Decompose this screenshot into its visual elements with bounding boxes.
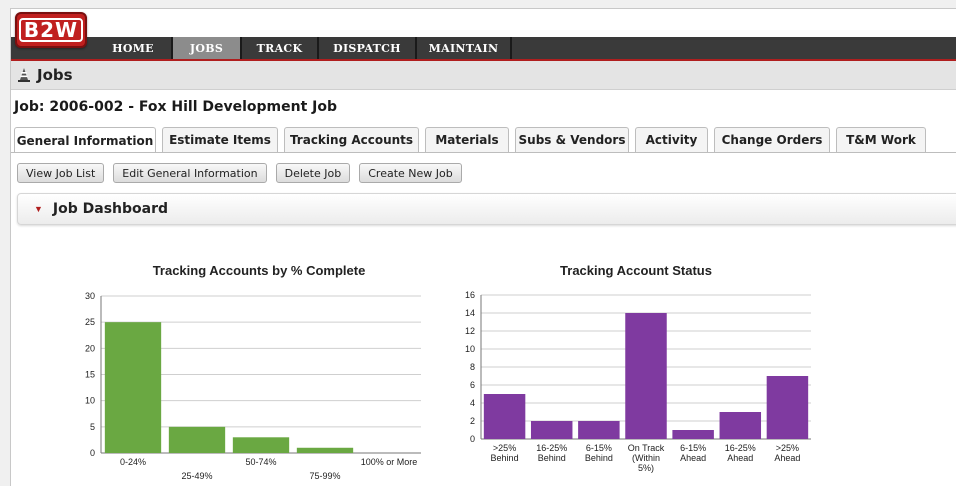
tab-materials[interactable]: Materials — [425, 127, 509, 152]
tab-subs-vendors[interactable]: Subs & Vendors — [515, 127, 629, 152]
x-tick-label: Ahead — [680, 453, 706, 463]
x-tick-label: >25% — [776, 443, 799, 453]
top-bar — [11, 9, 956, 37]
x-tick-label: Behind — [538, 453, 566, 463]
bar — [483, 394, 526, 439]
delete-job-button[interactable]: Delete Job — [275, 163, 351, 183]
x-tick-label: Ahead — [774, 453, 800, 463]
x-tick-label: 6-15% — [586, 443, 612, 453]
main-nav: HOME JOBS TRACK DISPATCH MAINTAIN — [95, 37, 512, 59]
nav-jobs[interactable]: JOBS — [173, 37, 242, 59]
bar — [578, 421, 620, 439]
bar — [232, 437, 290, 453]
view-job-list-button[interactable]: View Job List — [17, 163, 105, 183]
x-tick-label: 16-25% — [725, 443, 756, 453]
dashboard-title: Job Dashboard — [52, 201, 169, 217]
traffic-cone-icon — [17, 67, 31, 83]
job-title: Job: 2006-002 - Fox Hill Development Job — [14, 99, 338, 115]
edit-general-information-button[interactable]: Edit General Information — [113, 163, 267, 183]
tab-activity[interactable]: Activity — [635, 127, 708, 152]
bar — [625, 313, 667, 439]
job-dashboard-header[interactable]: ▼ Job Dashboard — [17, 193, 956, 225]
x-tick-label: 0-24% — [120, 457, 146, 467]
tab-tracking-accounts[interactable]: Tracking Accounts — [284, 127, 419, 152]
tab-estimate-items[interactable]: Estimate Items — [162, 127, 278, 152]
b2w-logo[interactable]: B2W — [15, 12, 87, 48]
bar — [168, 426, 226, 453]
x-tick-label: 25-49% — [181, 471, 212, 481]
x-tick-label: Ahead — [727, 453, 753, 463]
y-tick-label: 15 — [85, 370, 95, 380]
tab-tm-work[interactable]: T&M Work — [836, 127, 926, 152]
y-tick-label: 6 — [470, 380, 475, 390]
y-tick-label: 20 — [85, 343, 95, 353]
chart-percent-complete-svg: Tracking Accounts by % Complete 0 5 10 15 20 2… — [85, 263, 421, 481]
nav-track[interactable]: TRACK — [242, 37, 319, 59]
collapse-triangle-icon[interactable]: ▼ — [34, 204, 43, 214]
x-tick-label: 75-99% — [309, 471, 340, 481]
y-tick-label: 8 — [470, 362, 475, 372]
section-header: Jobs — [11, 61, 956, 90]
x-tick-label: 16-25% — [536, 443, 567, 453]
tab-general-information[interactable]: General Information — [14, 127, 156, 153]
y-tick-label: 14 — [465, 308, 475, 318]
y-tick-label: 0 — [470, 434, 475, 444]
chart-title: Tracking Accounts by % Complete — [153, 263, 366, 278]
job-tabs: General Information Estimate Items Track… — [14, 127, 932, 153]
x-tick-label: On Track — [628, 443, 665, 453]
y-tick-label: 25 — [85, 317, 95, 327]
chart-percent-complete: Tracking Accounts by % Complete 0 5 10 15 20 2… — [51, 249, 431, 486]
chart-title: Tracking Account Status — [560, 263, 712, 278]
y-tick-label: 0 — [90, 448, 95, 458]
x-tick-label: 100% or More — [361, 457, 418, 467]
app-window: B2W HOME JOBS TRACK DISPATCH MAINTAIN Jo… — [10, 8, 956, 486]
x-tick-label: Behind — [585, 453, 613, 463]
tab-change-orders[interactable]: Change Orders — [714, 127, 830, 152]
nav-dispatch[interactable]: DISPATCH — [319, 37, 417, 59]
logo-text: B2W — [18, 18, 84, 42]
action-buttons: View Job List Edit General Information D… — [17, 163, 471, 183]
x-tick-label: 50-74% — [245, 457, 276, 467]
y-tick-label: 2 — [470, 416, 475, 426]
bar — [672, 430, 714, 439]
x-tick-label: >25% — [493, 443, 516, 453]
x-tick-label: 5%) — [638, 463, 654, 473]
y-tick-label: 10 — [465, 344, 475, 354]
bar — [530, 421, 573, 439]
y-tick-label: 12 — [465, 326, 475, 336]
x-tick-label: (Within — [632, 453, 660, 463]
x-tick-label: Behind — [491, 453, 519, 463]
nav-home[interactable]: HOME — [95, 37, 173, 59]
y-tick-label: 10 — [85, 396, 95, 406]
bar — [104, 322, 162, 453]
chart-account-status-svg: Tracking Account Status 0 2 4 6 8 10 12 14 16 >25%… — [465, 263, 811, 473]
nav-maintain[interactable]: MAINTAIN — [417, 37, 512, 59]
y-tick-label: 5 — [90, 422, 95, 432]
bar — [766, 376, 809, 439]
section-title: Jobs — [37, 66, 73, 84]
y-tick-label: 4 — [470, 398, 475, 408]
tab-divider — [11, 152, 956, 153]
chart-account-status: Tracking Account Status 0 2 4 6 8 10 12 14 16 >25%… — [431, 249, 811, 486]
bar — [296, 447, 354, 453]
y-tick-label: 16 — [465, 290, 475, 300]
create-new-job-button[interactable]: Create New Job — [359, 163, 462, 183]
y-tick-label: 30 — [85, 291, 95, 301]
x-tick-label: 6-15% — [680, 443, 706, 453]
bar — [719, 412, 762, 439]
